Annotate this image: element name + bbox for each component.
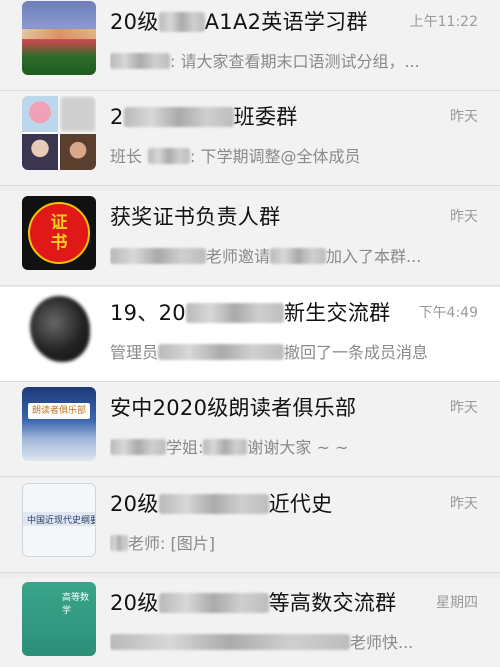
redacted-text (110, 53, 170, 69)
chat-time: 昨天 (450, 109, 478, 125)
redacted-text (270, 248, 327, 264)
chat-preview: 老师快... (110, 629, 470, 653)
chat-row[interactable]: 19、20 新生交流群 下午4:49 管理员 撤回了一条成员消息 (0, 287, 500, 382)
redacted-text (158, 12, 205, 32)
chat-time: 昨天 (450, 209, 478, 225)
chat-preview: : 请大家查看期末口语测试分组，... (110, 48, 470, 72)
group-avatar-stadium[interactable] (22, 1, 96, 75)
chat-time: 下午4:49 (418, 305, 478, 321)
chat-row[interactable]: 证 书 获奖证书负责人群 昨天 老师邀请 加入了本群... (0, 191, 500, 286)
chat-row[interactable]: 2 班委群 昨天 班长: 下学期调整@全体成员 (0, 91, 500, 186)
chat-time: 星期四 (436, 595, 478, 611)
chat-time: 上午11:22 (409, 14, 478, 30)
chat-row[interactable]: 朗读者俱乐部 安中2020级朗读者俱乐部 昨天 学姐: 谢谢大家 ~ ~ (0, 382, 500, 477)
certificate-icon[interactable]: 证 书 (22, 196, 96, 270)
chat-row[interactable]: 高等数学 20级 等高数交流群 星期四 老师快... (0, 577, 500, 667)
chat-row[interactable]: 中国近现代史纲要 20级 近代史 昨天 老师: [图片] (0, 478, 500, 573)
book-cover-avatar[interactable]: 中国近现代史纲要 (22, 483, 96, 557)
chat-title: 获奖证书负责人群 (110, 205, 281, 229)
chat-title: 2 班委群 (110, 105, 298, 129)
redacted-text (110, 439, 166, 455)
chat-preview: 学姐: 谢谢大家 ~ ~ (110, 434, 470, 458)
group-avatar-night-sky[interactable]: 朗读者俱乐部 (22, 387, 96, 461)
chat-title: 安中2020级朗读者俱乐部 (110, 396, 357, 420)
redacted-text (110, 535, 128, 551)
chat-time: 昨天 (450, 496, 478, 512)
chat-preview: 班长: 下学期调整@全体成员 (110, 147, 361, 166)
redacted-text (110, 634, 350, 650)
chat-preview: 管理员 撤回了一条成员消息 (110, 343, 429, 362)
group-avatar-grid[interactable] (22, 96, 96, 170)
chat-title: 20级 等高数交流群 (110, 591, 397, 615)
chat-list: 20级 A1A2英语学习群 上午11:22 : 请大家查看期末口语测试分组，...… (0, 0, 500, 667)
chat-time: 昨天 (450, 400, 478, 416)
redacted-text (203, 439, 248, 455)
chat-preview: 老师: [图片] (110, 530, 470, 554)
chat-title: 20级 A1A2英语学习群 (110, 10, 368, 34)
redacted-text (110, 248, 206, 264)
chat-title: 20级 近代史 (110, 492, 333, 516)
redacted-text (158, 344, 285, 360)
chat-preview: 老师邀请 加入了本群... (110, 243, 470, 267)
redacted-text (185, 303, 284, 323)
math-book-avatar[interactable]: 高等数学 (22, 582, 96, 656)
redacted-text (148, 148, 191, 164)
redacted-text (158, 494, 269, 514)
redacted-text (158, 593, 269, 613)
chat-title: 19、20 新生交流群 (110, 301, 391, 325)
blurred-avatar[interactable] (22, 292, 96, 366)
chat-row[interactable]: 20级 A1A2英语学习群 上午11:22 : 请大家查看期末口语测试分组，... (0, 0, 500, 91)
redacted-text (123, 107, 234, 127)
